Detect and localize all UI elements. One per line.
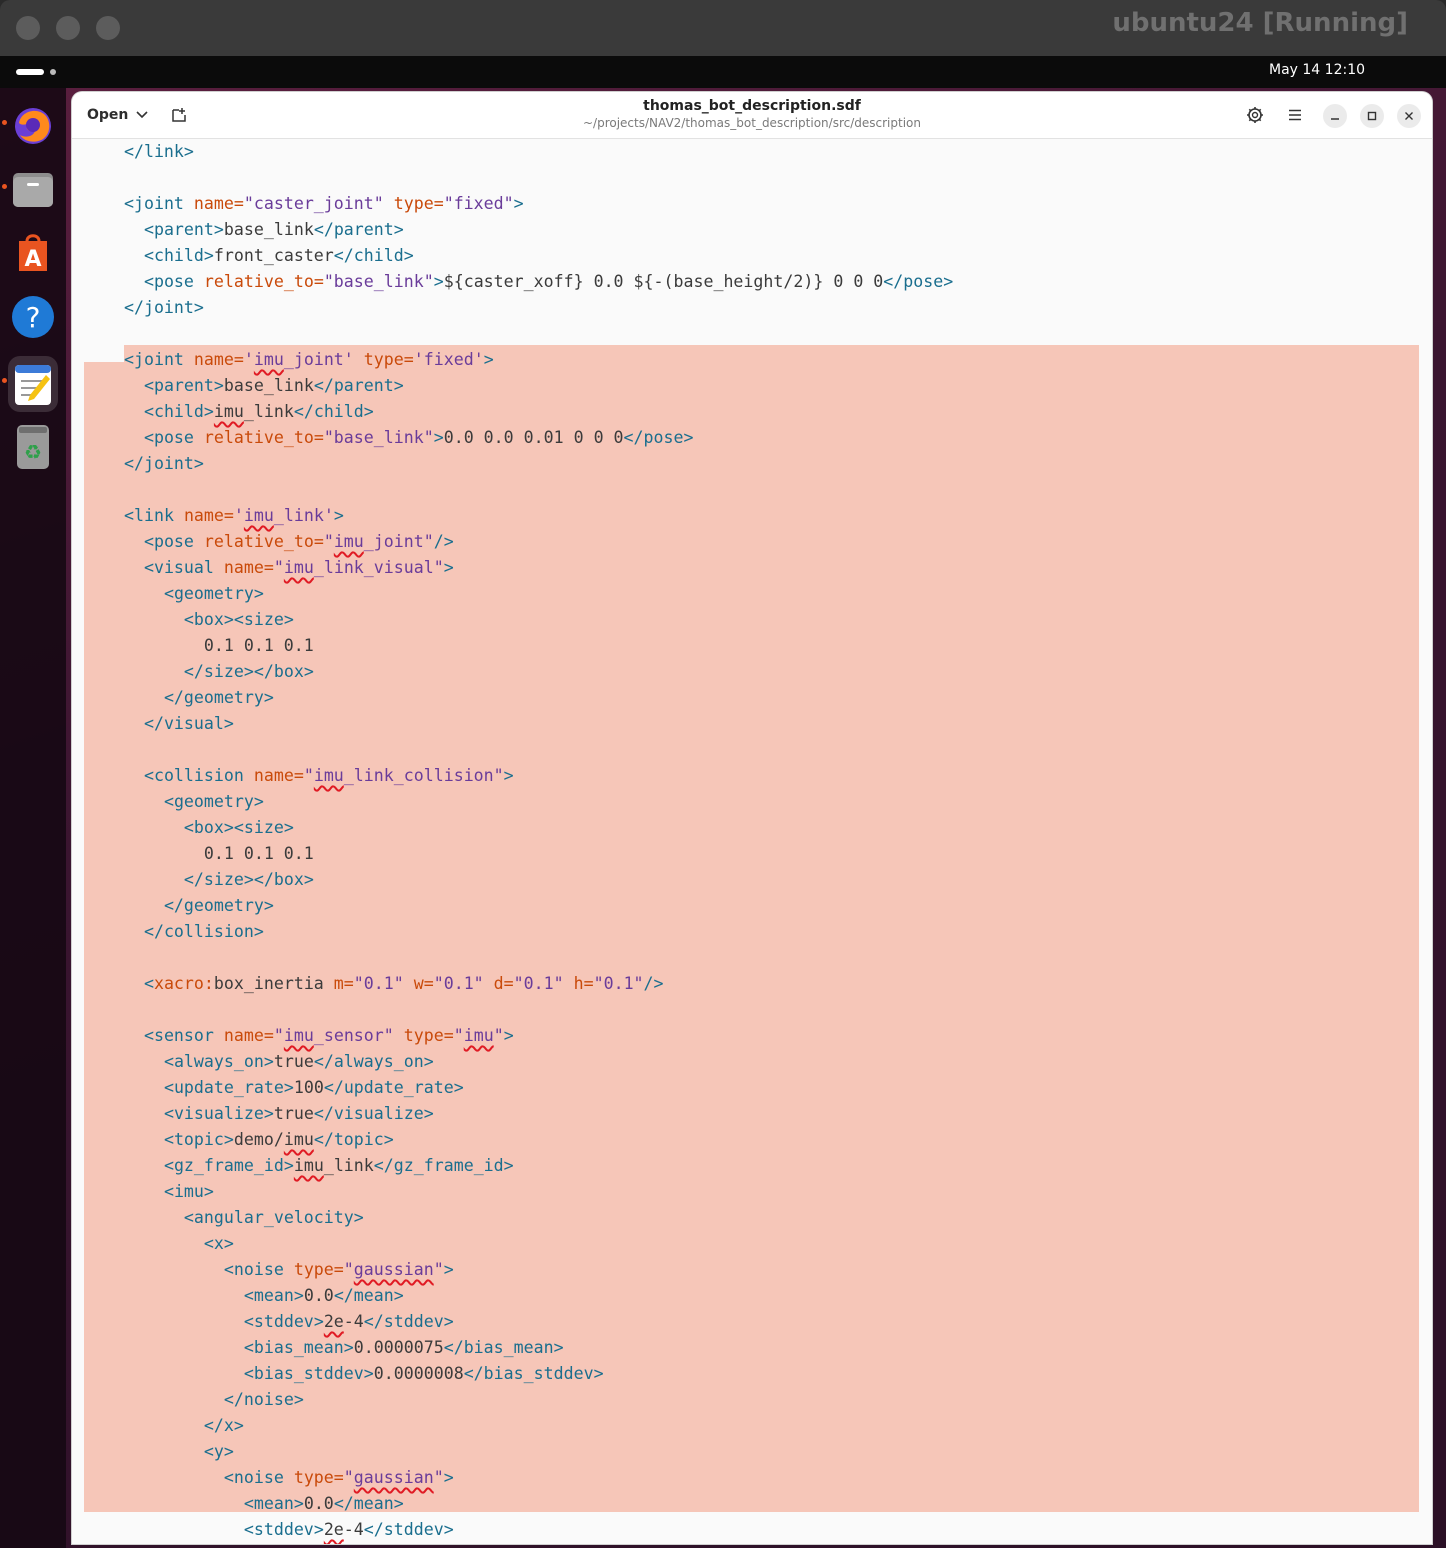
svg-text:?: ? bbox=[26, 301, 41, 334]
header-bar: Open thomas_bot_description.sdf ~/projec… bbox=[72, 92, 1432, 139]
maximize-button[interactable] bbox=[1360, 104, 1384, 128]
code-line[interactable]: <pose relative_to="base_link">0.0 0.0 0.… bbox=[84, 425, 694, 451]
code-line[interactable]: <bias_stddev>0.0000008</bias_stddev> bbox=[84, 1361, 604, 1387]
code-line[interactable]: <link name='imu_link'> bbox=[84, 503, 344, 529]
dock: A ? ♻ bbox=[0, 88, 66, 1548]
code-line[interactable]: <joint name='imu_joint' type='fixed'> bbox=[84, 347, 494, 373]
code-line[interactable]: <stddev>2e-4</stddev> bbox=[84, 1309, 454, 1335]
close-window-dot[interactable] bbox=[16, 16, 40, 40]
code-line[interactable]: <visualize>true</visualize> bbox=[84, 1101, 434, 1127]
code-line[interactable]: <visual name="imu_link_visual"> bbox=[84, 555, 454, 581]
help-icon[interactable]: ? bbox=[8, 292, 58, 342]
code-line[interactable]: <child>imu_link</child> bbox=[84, 399, 374, 425]
files-icon[interactable] bbox=[8, 164, 58, 214]
code-line[interactable]: <geometry> bbox=[84, 581, 264, 607]
firefox-icon[interactable] bbox=[8, 100, 58, 150]
code-line[interactable]: <mean>0.0</mean> bbox=[84, 1283, 404, 1309]
activities-indicator[interactable] bbox=[16, 69, 44, 75]
open-button[interactable]: Open bbox=[80, 100, 155, 130]
svg-text:♻: ♻ bbox=[24, 440, 42, 464]
text-view[interactable]: </link> <joint name="caster_joint" type=… bbox=[72, 139, 1432, 1544]
code-line[interactable]: </collision> bbox=[84, 919, 264, 945]
code-line[interactable]: <always_on>true</always_on> bbox=[84, 1049, 434, 1075]
minimize-window-dot[interactable] bbox=[56, 16, 80, 40]
open-button-label: Open bbox=[87, 107, 129, 123]
code-line[interactable]: <gz_frame_id>imu_link</gz_frame_id> bbox=[84, 1153, 514, 1179]
chevron-down-icon bbox=[136, 111, 148, 119]
window-title: thomas_bot_description.sdf ~/projects/NA… bbox=[72, 98, 1432, 131]
top-bar: May 14 12:10 bbox=[0, 56, 1446, 88]
minimize-icon bbox=[1331, 118, 1339, 120]
scrollbar[interactable] bbox=[1420, 139, 1428, 1544]
code-line[interactable]: </size></box> bbox=[84, 867, 314, 893]
code-line[interactable]: </noise> bbox=[84, 1387, 304, 1413]
text-editor-icon[interactable] bbox=[8, 356, 58, 412]
code-line[interactable]: <parent>base_link</parent> bbox=[84, 373, 404, 399]
code-line[interactable]: <box><size> bbox=[84, 815, 294, 841]
new-tab-icon bbox=[172, 108, 186, 122]
gear-icon bbox=[1247, 107, 1263, 123]
code-line[interactable]: <parent>base_link</parent> bbox=[84, 217, 404, 243]
code-line[interactable]: <noise type="gaussian"> bbox=[84, 1257, 454, 1283]
code-line[interactable]: <collision name="imu_link_collision"> bbox=[84, 763, 514, 789]
code-line[interactable]: <joint name="caster_joint" type="fixed"> bbox=[84, 191, 524, 217]
code-line[interactable]: <child>front_caster</child> bbox=[84, 243, 414, 269]
new-document-button[interactable] bbox=[164, 100, 194, 130]
main-menu-button[interactable] bbox=[1280, 100, 1310, 130]
code-line[interactable]: </visual> bbox=[84, 711, 234, 737]
code-line[interactable]: <pose relative_to="base_link">${caster_x… bbox=[84, 269, 953, 295]
code-line[interactable]: </joint> bbox=[84, 451, 204, 477]
close-button[interactable] bbox=[1397, 104, 1421, 128]
vm-titlebar: ubuntu24 [Running] bbox=[0, 0, 1446, 56]
code-line[interactable]: <update_rate>100</update_rate> bbox=[84, 1075, 464, 1101]
code-line[interactable]: <pose relative_to="imu_joint"/> bbox=[84, 529, 454, 555]
code-line[interactable]: <mean>0.0</mean> bbox=[84, 1491, 404, 1517]
close-icon bbox=[1405, 112, 1413, 120]
code-line[interactable]: </size></box> bbox=[84, 659, 314, 685]
code-line[interactable]: <y> bbox=[84, 1439, 234, 1465]
code-line[interactable]: </joint> bbox=[84, 295, 204, 321]
hamburger-menu-icon bbox=[1289, 109, 1301, 121]
minimize-button[interactable] bbox=[1323, 104, 1347, 128]
code-line[interactable]: <angular_velocity> bbox=[84, 1205, 364, 1231]
code-line[interactable]: </link> bbox=[84, 139, 194, 165]
code-line[interactable]: <x> bbox=[84, 1231, 234, 1257]
maximize-icon bbox=[1367, 111, 1377, 121]
trash-icon[interactable]: ♻ bbox=[8, 422, 58, 472]
workspace-dot[interactable] bbox=[50, 69, 56, 75]
code-line[interactable]: </x> bbox=[84, 1413, 244, 1439]
text-editor-window: Open thomas_bot_description.sdf ~/projec… bbox=[72, 92, 1432, 1544]
code-line[interactable]: <topic>demo/imu</topic> bbox=[84, 1127, 394, 1153]
code-line[interactable]: 0.1 0.1 0.1 bbox=[84, 633, 314, 659]
code-line[interactable]: <xacro:box_inertia m="0.1" w="0.1" d="0.… bbox=[84, 971, 664, 997]
code-line[interactable]: <stddev>2e-4</stddev> bbox=[84, 1517, 454, 1543]
svg-text:A: A bbox=[24, 247, 41, 272]
document-title: thomas_bot_description.sdf bbox=[643, 98, 861, 114]
code-line[interactable]: <geometry> bbox=[84, 789, 264, 815]
code-line[interactable]: <bias_mean>0.0000075</bias_mean> bbox=[84, 1335, 564, 1361]
zoom-window-dot[interactable] bbox=[96, 16, 120, 40]
clock[interactable]: May 14 12:10 bbox=[1269, 62, 1365, 78]
code-line[interactable]: <noise type="gaussian"> bbox=[84, 1465, 454, 1491]
code-line[interactable]: <imu> bbox=[84, 1179, 214, 1205]
code-line[interactable]: <sensor name="imu_sensor" type="imu"> bbox=[84, 1023, 514, 1049]
code-line[interactable]: 0.1 0.1 0.1 bbox=[84, 841, 314, 867]
code-line[interactable]: </geometry> bbox=[84, 893, 274, 919]
document-path: ~/projects/NAV2/thomas_bot_description/s… bbox=[582, 116, 921, 130]
app-center-icon[interactable]: A bbox=[8, 228, 58, 278]
code-line[interactable]: <box><size> bbox=[84, 607, 294, 633]
vm-title: ubuntu24 [Running] bbox=[1112, 8, 1408, 38]
settings-button[interactable] bbox=[1240, 100, 1270, 130]
code-line[interactable]: </geometry> bbox=[84, 685, 274, 711]
